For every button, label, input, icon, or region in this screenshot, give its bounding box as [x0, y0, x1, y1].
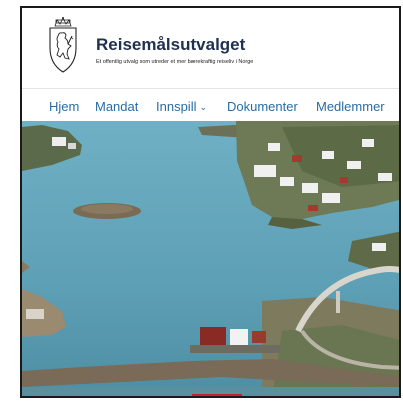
header-divider — [22, 88, 399, 89]
hero-image — [22, 121, 399, 396]
site-subtitle: Et offentlig utvalg som utreder et mer b… — [96, 59, 254, 65]
main-nav: Hjem Mandat Innspill ⌄ Dokumenter Medlemm… — [22, 95, 399, 121]
norwegian-coat-of-arms-icon[interactable] — [46, 16, 80, 76]
nav-item-medlemmer[interactable]: Medlemmer — [316, 99, 385, 114]
cookie-banner-accent — [192, 394, 242, 396]
nav-item-hjem[interactable]: Hjem — [49, 99, 79, 114]
coastal-village-photo — [22, 121, 399, 396]
site-header: Reisemålsutvalget Et offentlig utvalg so… — [22, 8, 399, 86]
site-title[interactable]: Reisemålsutvalget — [96, 35, 245, 55]
nav-item-mandat[interactable]: Mandat — [95, 99, 138, 114]
chevron-down-icon: ⌄ — [199, 102, 208, 112]
browser-frame: Reisemålsutvalget Et offentlig utvalg so… — [20, 6, 401, 398]
nav-item-dokumenter[interactable]: Dokumenter — [227, 99, 298, 114]
nav-item-innspill[interactable]: Innspill ⌄ — [156, 99, 207, 114]
nav-item-innspill-label: Innspill — [156, 99, 197, 114]
